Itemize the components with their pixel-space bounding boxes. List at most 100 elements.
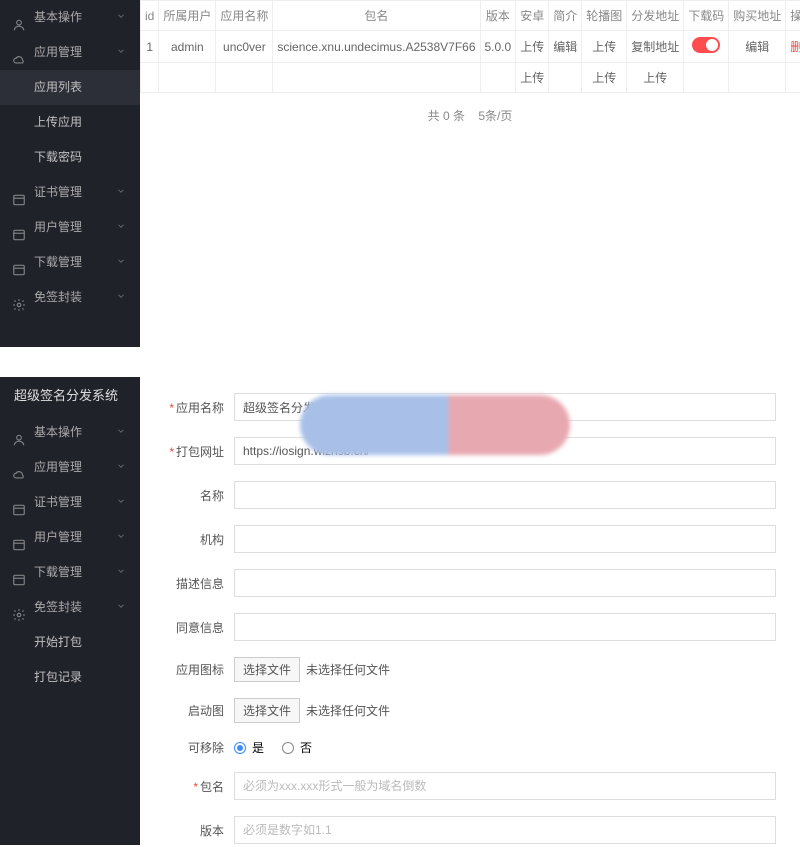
file-txt-splash: 未选择任何文件 <box>306 702 390 719</box>
radio-no[interactable]: 否 <box>282 739 312 756</box>
pager-size: 5条/页 <box>478 109 512 123</box>
sidebar-item-label: 下载密码 <box>34 140 82 175</box>
input-desc[interactable] <box>234 569 776 597</box>
sidebar-item-label: 免签封装 <box>34 590 82 625</box>
cloud-icon <box>12 46 26 60</box>
chevron-down-icon <box>116 0 126 35</box>
file-btn-splash[interactable]: 选择文件 <box>234 698 300 723</box>
col-header: 应用名称 <box>216 1 273 31</box>
input-org[interactable] <box>234 525 776 553</box>
col-header: 包名 <box>273 1 480 31</box>
input-agree[interactable] <box>234 613 776 641</box>
cell <box>159 63 216 93</box>
delete-link[interactable]: 删除 <box>786 31 800 63</box>
label-packurl: 打包网址 <box>164 443 234 460</box>
col-header: 操作 <box>786 1 800 31</box>
sidebar-item-label: 应用管理 <box>34 35 82 70</box>
obscuring-blob <box>300 395 570 455</box>
upload-link[interactable]: 上传 <box>516 31 549 63</box>
cell-ver: 5.0.0 <box>480 31 516 63</box>
cell <box>729 63 786 93</box>
label-appname: 应用名称 <box>164 399 234 416</box>
upload-link[interactable]: 上传 <box>627 63 684 93</box>
input-name[interactable] <box>234 481 776 509</box>
sidebar-item-应用管理[interactable]: 应用管理 <box>0 450 140 485</box>
label-icon: 应用图标 <box>164 661 234 678</box>
sidebar-item-label: 上传应用 <box>34 105 82 140</box>
cell-pkg: science.xnu.undecimus.A2538V7F66 <box>273 31 480 63</box>
sidebar-item-证书管理[interactable]: 证书管理 <box>0 485 140 520</box>
top-panel: 基本操作应用管理应用列表上传应用下载密码证书管理用户管理下载管理免签封装 id所… <box>0 0 800 347</box>
cell <box>216 63 273 93</box>
col-header: 所属用户 <box>159 1 216 31</box>
sidebar-item-label: 应用管理 <box>34 450 82 485</box>
cell-id: 1 <box>141 31 159 63</box>
sidebar-item-上传应用[interactable]: 上传应用 <box>0 105 140 140</box>
sidebar-item-label: 基本操作 <box>34 415 82 450</box>
chevron-down-icon <box>116 210 126 245</box>
sidebar-item-用户管理[interactable]: 用户管理 <box>0 520 140 555</box>
cell-user: admin <box>159 31 216 63</box>
sidebar-item-免签封装[interactable]: 免签封装 <box>0 280 140 315</box>
sidebar-item-label: 应用列表 <box>34 70 82 105</box>
edit-link[interactable]: 编辑 <box>549 31 582 63</box>
sidebar-item-开始打包[interactable]: 开始打包 <box>0 625 140 660</box>
input-pkg[interactable] <box>234 772 776 800</box>
col-header: 购买地址 <box>729 1 786 31</box>
label-ver: 版本 <box>164 822 234 839</box>
sidebar-bottom: 超级签名分发系统 基本操作应用管理证书管理用户管理下载管理免签封装开始打包打包记… <box>0 377 140 845</box>
upload-link[interactable]: 上传 <box>582 63 627 93</box>
cell <box>141 63 159 93</box>
sidebar-item-label: 证书管理 <box>34 175 82 210</box>
sidebar-item-label: 开始打包 <box>34 625 82 660</box>
app-table: id所属用户应用名称包名版本安卓简介轮播图分发地址下载码购买地址操作 1admi… <box>140 0 800 93</box>
chevron-down-icon <box>116 555 126 590</box>
cell <box>786 63 800 93</box>
user-icon <box>12 426 26 440</box>
label-desc: 描述信息 <box>164 575 234 592</box>
chevron-down-icon <box>116 415 126 450</box>
col-header: 版本 <box>480 1 516 31</box>
radio-yes[interactable]: 是 <box>234 739 264 756</box>
table-row: 1adminunc0verscience.xnu.undecimus.A2538… <box>141 31 800 63</box>
file-btn-icon[interactable]: 选择文件 <box>234 657 300 682</box>
sidebar-item-用户管理[interactable]: 用户管理 <box>0 210 140 245</box>
label-org: 机构 <box>164 531 234 548</box>
sidebar-item-下载管理[interactable]: 下载管理 <box>0 245 140 280</box>
download-switch[interactable] <box>692 37 720 53</box>
list-icon <box>12 221 26 235</box>
upload-link[interactable]: 上传 <box>582 31 627 63</box>
system-title: 超级签名分发系统 <box>0 377 140 415</box>
list-icon <box>12 496 26 510</box>
sidebar-item-应用列表[interactable]: 应用列表 <box>0 70 140 105</box>
sidebar-item-应用管理[interactable]: 应用管理 <box>0 35 140 70</box>
sidebar-item-基本操作[interactable]: 基本操作 <box>0 415 140 450</box>
cell <box>273 63 480 93</box>
sidebar-item-基本操作[interactable]: 基本操作 <box>0 0 140 35</box>
pager-total: 共 0 条 <box>428 109 465 123</box>
upload-link[interactable]: 上传 <box>516 63 549 93</box>
sidebar-item-证书管理[interactable]: 证书管理 <box>0 175 140 210</box>
cell <box>684 63 729 93</box>
sidebar-item-打包记录[interactable]: 打包记录 <box>0 660 140 695</box>
chevron-down-icon <box>116 280 126 315</box>
sidebar-item-免签封装[interactable]: 免签封装 <box>0 590 140 625</box>
gear-icon <box>12 601 26 615</box>
chevron-down-icon <box>116 450 126 485</box>
edit-link[interactable]: 编辑 <box>729 31 786 63</box>
chevron-down-icon <box>116 175 126 210</box>
cell <box>549 63 582 93</box>
input-ver[interactable] <box>234 816 776 844</box>
table-row: 上传上传上传 <box>141 63 800 93</box>
label-splash: 启动图 <box>164 702 234 719</box>
switch-cell[interactable] <box>684 31 729 63</box>
sidebar-top: 基本操作应用管理应用列表上传应用下载密码证书管理用户管理下载管理免签封装 <box>0 0 140 347</box>
cloud-icon <box>12 461 26 475</box>
sidebar-item-label: 免签封装 <box>34 280 82 315</box>
sidebar-item-下载管理[interactable]: 下载管理 <box>0 555 140 590</box>
sidebar-item-下载密码[interactable]: 下载密码 <box>0 140 140 175</box>
copy-link[interactable]: 复制地址 <box>627 31 684 63</box>
chevron-down-icon <box>116 520 126 555</box>
list-icon <box>12 566 26 580</box>
col-header: id <box>141 1 159 31</box>
